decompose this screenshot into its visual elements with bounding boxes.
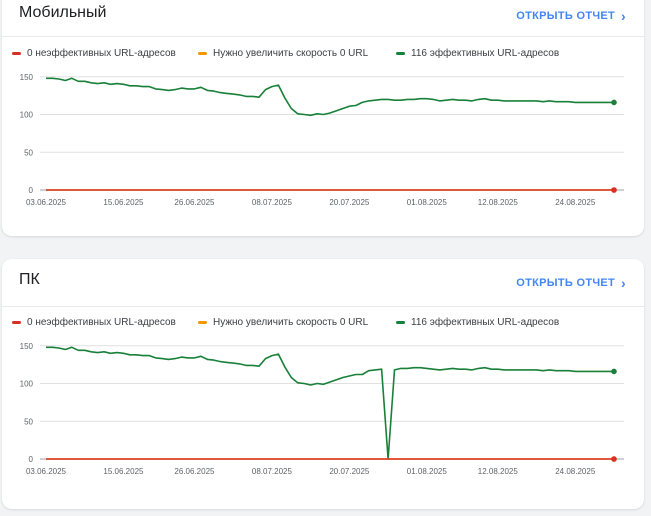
legend-label: Нужно увеличить скорость 0 URL (213, 48, 369, 59)
legend-label: 116 эффективных URL-адресов (411, 317, 560, 328)
legend-label: Нужно увеличить скорость 0 URL (213, 317, 369, 328)
y-tick-label: 100 (20, 111, 34, 120)
x-tick-label: 12.08.2025 (478, 467, 519, 476)
legend-item[interactable]: Нужно увеличить скорость 0 URL (198, 317, 368, 328)
x-tick-label: 01.08.2025 (407, 198, 448, 207)
x-tick-label: 26.06.2025 (174, 198, 215, 207)
y-tick-label: 50 (24, 417, 33, 426)
legend-swatch (198, 52, 207, 55)
legend-swatch (12, 52, 21, 55)
line-chart: 0 50 100 150 03.06.2025 15.06.2025 26.06.2025 0… (20, 342, 624, 476)
series-end-point[interactable] (611, 368, 617, 375)
y-tick-label: 150 (20, 342, 34, 351)
card-header: Мобильный ОТКРЫТЬ ОТЧЕТ › (2, 0, 644, 37)
x-tick-label: 15.06.2025 (103, 467, 144, 476)
series-end-point[interactable] (611, 456, 617, 462)
x-tick-label: 12.08.2025 (478, 198, 519, 207)
series-end-point[interactable] (611, 187, 617, 193)
legend-label: 0 неэффективных URL-адресов (27, 317, 176, 328)
desktop-card: ПК ОТКРЫТЬ ОТЧЕТ › 0 неэффективных URL-а… (2, 259, 644, 509)
chevron-right-icon: › (621, 275, 626, 291)
x-tick-label: 03.06.2025 (26, 467, 67, 476)
y-tick-label: 150 (20, 73, 34, 82)
legend-label: 0 неэффективных URL-адресов (27, 48, 176, 59)
y-tick-label: 50 (24, 148, 33, 157)
card-header: ПК ОТКРЫТЬ ОТЧЕТ › (2, 259, 644, 307)
x-tick-label: 01.08.2025 (407, 467, 448, 476)
legend-swatch (396, 52, 405, 55)
mobile-card: Мобильный ОТКРЫТЬ ОТЧЕТ › 0 неэффективны… (2, 0, 644, 236)
x-tick-label: 26.06.2025 (174, 467, 215, 476)
legend-item[interactable]: Нужно увеличить скорость 0 URL (198, 48, 368, 59)
legend-item[interactable]: 0 неэффективных URL-адресов (12, 317, 176, 328)
x-tick-label: 15.06.2025 (103, 198, 144, 207)
legend-swatch (12, 321, 21, 324)
legend-item[interactable]: 116 эффективных URL-адресов (396, 48, 559, 59)
x-tick-label: 20.07.2025 (329, 198, 370, 207)
card-title: ПК (19, 271, 40, 288)
legend-item[interactable]: 116 эффективных URL-адресов (396, 317, 559, 328)
series-line[interactable] (46, 77, 614, 117)
open-report-label: ОТКРЫТЬ ОТЧЕТ (516, 10, 616, 22)
series-line[interactable] (46, 346, 614, 460)
line-chart: 0 50 100 150 03.06.2025 15.06.2025 26.06.2025 0… (20, 73, 624, 207)
y-tick-label: 100 (20, 380, 34, 389)
y-tick-label: 0 (29, 455, 34, 464)
x-tick-label: 20.07.2025 (329, 467, 370, 476)
open-report-button[interactable]: ОТКРЫТЬ ОТЧЕТ › (516, 8, 626, 24)
open-report-button[interactable]: ОТКРЫТЬ ОТЧЕТ › (516, 275, 626, 291)
x-tick-label: 03.06.2025 (26, 198, 67, 207)
legend-item[interactable]: 0 неэффективных URL-адресов (12, 48, 176, 59)
x-tick-label: 24.08.2025 (555, 467, 596, 476)
x-tick-label: 24.08.2025 (555, 198, 596, 207)
x-tick-label: 08.07.2025 (252, 467, 293, 476)
open-report-label: ОТКРЫТЬ ОТЧЕТ (516, 277, 616, 289)
legend-label: 116 эффективных URL-адресов (411, 48, 560, 59)
legend-swatch (198, 321, 207, 324)
card-title: Мобильный (19, 4, 107, 21)
x-tick-label: 08.07.2025 (252, 198, 293, 207)
series-end-point[interactable] (611, 99, 617, 106)
chevron-right-icon: › (621, 8, 626, 24)
y-tick-label: 0 (29, 186, 34, 195)
legend-swatch (396, 321, 405, 324)
